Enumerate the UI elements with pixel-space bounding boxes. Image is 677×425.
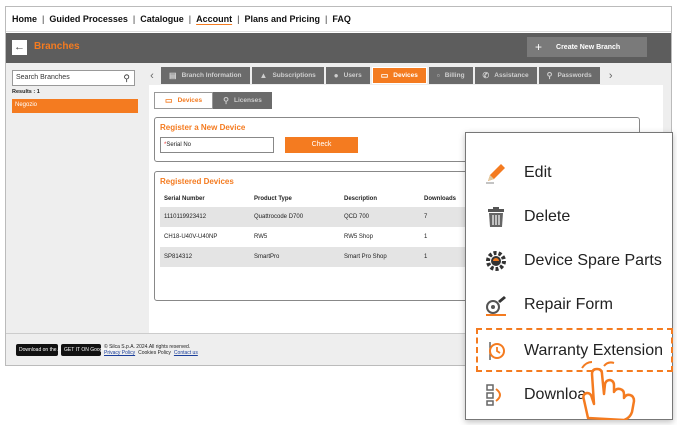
serial-no-label: Serial No	[166, 142, 192, 148]
billing-icon: ▫	[436, 71, 440, 80]
plus-icon: +	[535, 40, 543, 54]
nav-catalogue[interactable]: Catalogue	[140, 14, 184, 24]
table-cell: 1110119923412	[160, 207, 250, 227]
search-branches-input[interactable]: Search Branches ⚲	[12, 70, 135, 86]
device-subtabs: ▭ Devices ⚲ Licenses	[154, 92, 272, 109]
google-play-badge[interactable]: GET IT ON Google Play	[61, 344, 117, 356]
nav-separator: |	[237, 14, 240, 24]
nav-separator: |	[324, 14, 328, 24]
page-header: ← Branches + Create New Branch	[6, 33, 671, 63]
gear-icon	[484, 249, 508, 273]
table-cell: Quattrocode D700	[250, 207, 340, 227]
nav-home[interactable]: Home	[12, 14, 37, 24]
device-icon: ▭	[380, 71, 389, 80]
nav-faq[interactable]: FAQ	[332, 14, 351, 24]
nav-separator: |	[132, 14, 136, 24]
branch-sidebar: Search Branches ⚲ Results : 1 Negozio	[6, 63, 138, 333]
table-cell: SmartPro	[250, 247, 340, 267]
pencil-icon	[484, 161, 508, 185]
sidebar-item-negozio[interactable]: Negozio	[12, 99, 138, 113]
chevron-left-icon[interactable]: ‹	[143, 67, 161, 84]
table-cell: SP814312	[160, 247, 250, 267]
device-icon: ▭	[165, 96, 173, 105]
search-icon[interactable]: ⚲	[123, 73, 130, 84]
phone-icon: ✆	[482, 71, 490, 80]
privacy-policy-link[interactable]: Privacy Policy	[104, 350, 135, 356]
table-cell: RW5	[250, 227, 340, 247]
branch-tabs: ‹ ▤ Branch Information ▲ Subscriptions ● Us…	[143, 67, 620, 84]
table-cell: Smart Pro Shop	[340, 247, 420, 267]
tab-devices[interactable]: ▭ Devices	[371, 67, 427, 84]
arrow-left-icon[interactable]: ←	[12, 40, 27, 55]
tab-passwords[interactable]: ⚲ Passwords	[538, 67, 600, 84]
tab-billing[interactable]: ▫ Billing	[428, 67, 473, 84]
table-cell: RW5 Shop	[340, 227, 420, 247]
menu-item-label: Delete	[524, 208, 571, 225]
search-placeholder: Search Branches	[16, 74, 70, 81]
nav-account[interactable]: Account	[196, 14, 232, 24]
download-icon	[484, 383, 508, 407]
tab-users[interactable]: ● Users	[325, 67, 370, 84]
column-header: Description	[344, 196, 378, 202]
trash-icon	[484, 205, 508, 229]
menu-item-label: Device Spare Parts	[524, 252, 662, 269]
tab-subscriptions[interactable]: ▲ Subscriptions	[251, 67, 324, 84]
menu-item-edit[interactable]: Edit	[466, 151, 674, 195]
column-header: Product Type	[254, 196, 292, 202]
menu-item-label: Edit	[524, 164, 552, 181]
users-icon: ●	[333, 71, 339, 80]
footer-legal: © Silca S.p.A. 2024.All rights reserved.…	[104, 344, 201, 356]
create-new-branch-button[interactable]: + Create New Branch	[527, 37, 647, 57]
key-icon: ⚲	[546, 71, 553, 80]
key-icon: ⚲	[223, 96, 229, 105]
page-title: Branches	[34, 41, 80, 52]
nav-plans-and-pricing[interactable]: Plans and Pricing	[244, 14, 320, 24]
tab-branch-information[interactable]: ▤ Branch Information	[161, 67, 250, 84]
menu-item-repair-form[interactable]: Repair Form	[466, 283, 674, 327]
table-cell: CH18-U40V-U40NP	[160, 227, 250, 247]
check-button[interactable]: Check	[285, 137, 358, 153]
create-new-branch-label: Create New Branch	[556, 43, 621, 51]
cookies-policy-link[interactable]: Cookies Policy	[138, 350, 171, 356]
chevron-right-icon[interactable]: ›	[602, 67, 620, 84]
menu-item-label: Repair Form	[524, 296, 613, 313]
contact-us-link[interactable]: Contact us	[174, 350, 198, 356]
pointing-hand-icon	[581, 361, 636, 420]
subtab-licenses[interactable]: ⚲ Licenses	[213, 92, 272, 109]
menu-item-delete[interactable]: Delete	[466, 195, 674, 239]
table-cell: QCD 700	[340, 207, 420, 227]
tab-assistance[interactable]: ✆ Assistance	[474, 67, 537, 84]
top-navigation: Home | Guided Processes | Catalogue | Ac…	[6, 7, 671, 32]
subtab-devices[interactable]: ▭ Devices	[154, 92, 214, 109]
nav-separator: |	[42, 14, 45, 24]
serial-no-field[interactable]: *Serial No	[160, 137, 274, 153]
registered-devices-title: Registered Devices	[160, 177, 234, 186]
nav-separator: |	[188, 14, 192, 24]
app-store-badge[interactable]: Download on the App Store	[16, 344, 80, 356]
nav-guided-processes[interactable]: Guided Processes	[49, 14, 128, 24]
register-device-title: Register a New Device	[160, 123, 246, 132]
folder-icon: ▲	[259, 71, 268, 80]
column-header: Serial Number	[164, 196, 205, 202]
repair-icon	[484, 293, 508, 317]
menu-item-device-spare-parts[interactable]: Device Spare Parts	[466, 239, 674, 283]
info-icon: ▤	[169, 71, 177, 80]
results-count: Results : 1	[12, 89, 40, 95]
